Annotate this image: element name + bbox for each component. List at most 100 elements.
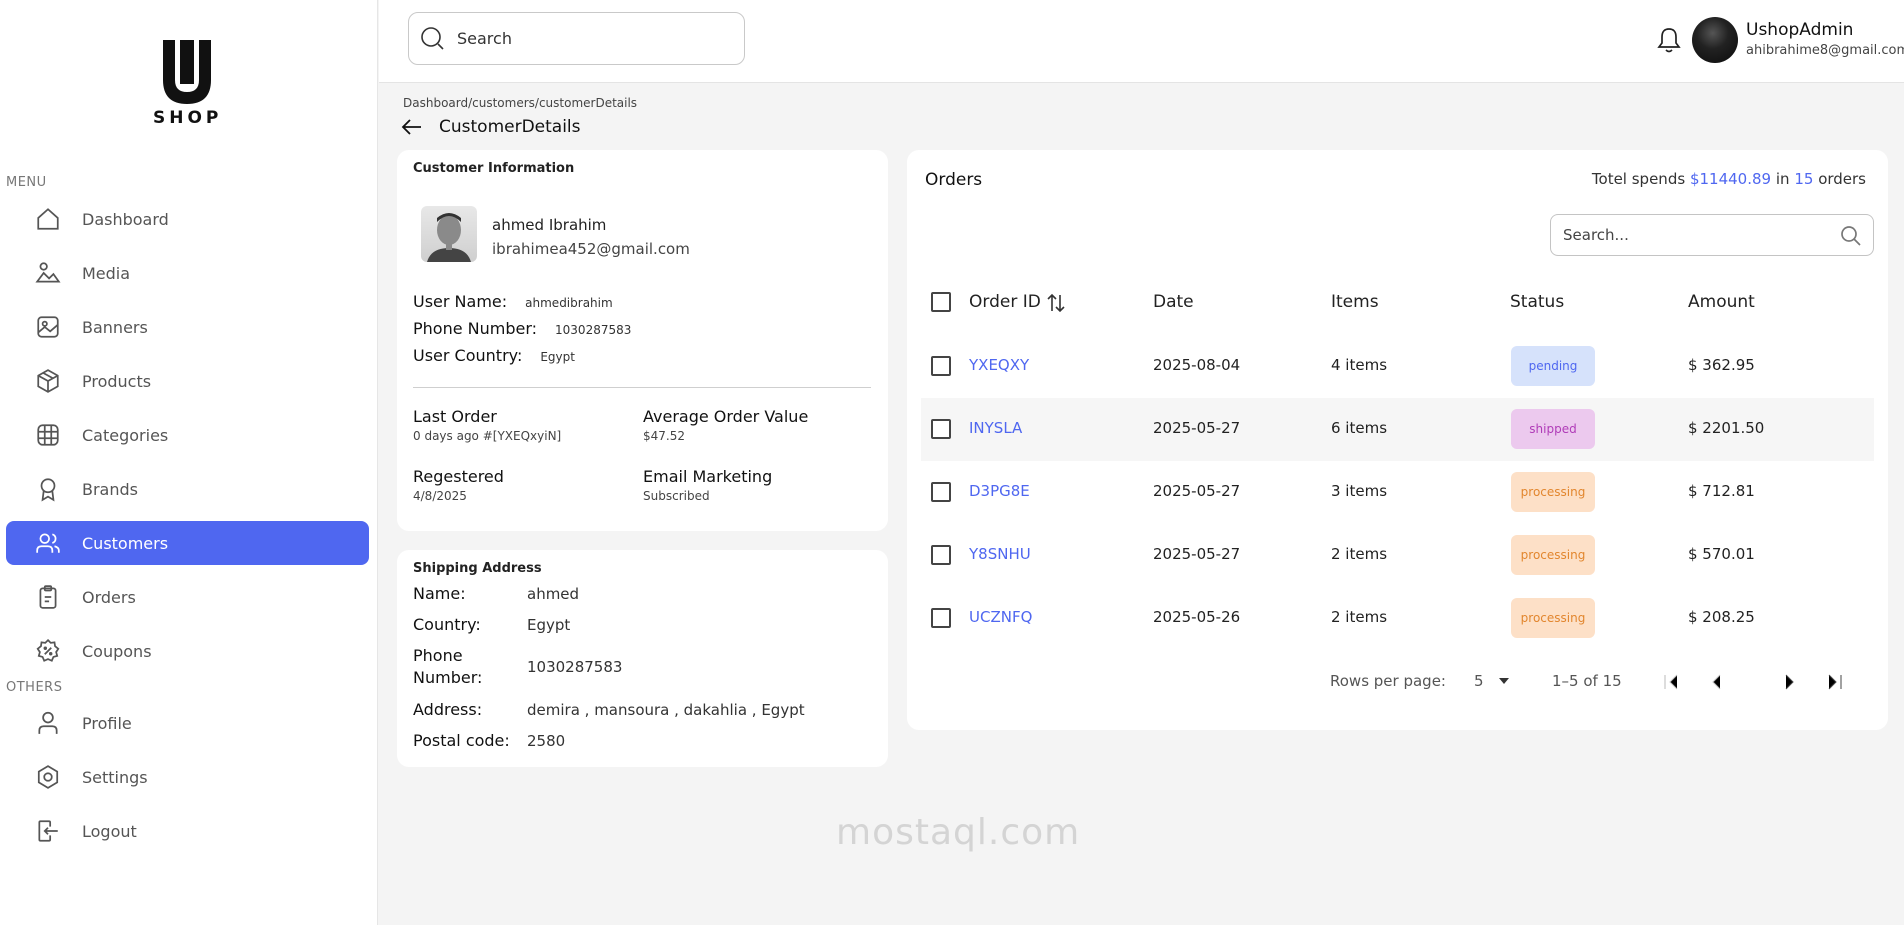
- ship-postal-row: Postal code: 2580: [413, 730, 565, 752]
- total-spends: Totel spends $11440.89 in 15 orders: [1592, 170, 1866, 188]
- registered-label: Regestered: [413, 467, 504, 486]
- rows-per-page-select[interactable]: 5: [1474, 672, 1510, 690]
- order-id-link[interactable]: D3PG8E: [969, 482, 1030, 500]
- username-row: User Name: ahmedibrahim: [413, 292, 613, 311]
- email-marketing-label: Email Marketing: [643, 467, 773, 486]
- others-label: OTHERS: [6, 680, 63, 695]
- col-order-id[interactable]: Order ID: [969, 292, 1041, 312]
- back-arrow-icon[interactable]: [401, 116, 423, 138]
- sidebar-item-label: Media: [82, 263, 131, 283]
- order-id-link[interactable]: INYSLA: [969, 419, 1022, 437]
- admin-avatar[interactable]: [1692, 17, 1738, 63]
- customer-info-title: Customer Information: [413, 161, 575, 176]
- order-items: 3 items: [1331, 482, 1388, 500]
- coupon-icon: [34, 637, 62, 665]
- top-header: UshopAdmin ahibrahime8@gmail.com: [379, 0, 1904, 83]
- sidebar-item-dashboard[interactable]: Dashboard: [6, 197, 369, 241]
- table-row[interactable]: D3PG8E 2025-05-27 3 items processing $ 7…: [921, 461, 1874, 524]
- logout-icon: [34, 817, 62, 845]
- username-label: User Name:: [413, 292, 508, 311]
- sort-icon[interactable]: [1045, 292, 1067, 314]
- ship-postal-value: 2580: [527, 732, 566, 750]
- ship-phone-row: Phone Number: 1030287583: [413, 645, 622, 689]
- table-row[interactable]: INYSLA 2025-05-27 6 items shipped $ 2201…: [921, 398, 1874, 461]
- ship-name-label: Name:: [413, 584, 466, 603]
- sidebar-item-label: Banners: [82, 317, 148, 337]
- shipping-address-card: Shipping Address Name: ahmed Country: Eg…: [397, 550, 888, 767]
- ship-country-value: Egypt: [527, 616, 571, 634]
- phone-value: 1030287583: [555, 323, 632, 337]
- row-checkbox[interactable]: [931, 356, 951, 376]
- rows-per-page-value: 5: [1474, 672, 1484, 690]
- ship-phone-label: Phone Number:: [413, 646, 483, 687]
- clipboard-icon: [34, 583, 62, 611]
- prev-page-icon[interactable]: [1705, 670, 1729, 694]
- search-icon[interactable]: [1839, 224, 1863, 248]
- order-amount: $ 712.81: [1688, 482, 1755, 500]
- sidebar-item-brands[interactable]: Brands: [6, 467, 369, 511]
- table-row[interactable]: UCZNFQ 2025-05-26 2 items processing $ 2…: [921, 587, 1874, 650]
- user-icon: [34, 709, 62, 737]
- menu-label: MENU: [6, 175, 47, 190]
- admin-email: ahibrahime8@gmail.com: [1746, 43, 1904, 58]
- sidebar-item-label: Dashboard: [82, 209, 169, 229]
- spend-amount: $11440.89: [1689, 170, 1772, 188]
- ship-name-row: Name: ahmed: [413, 583, 579, 605]
- order-id-link[interactable]: Y8SNHU: [969, 545, 1031, 563]
- sidebar: SHOP MENU Dashboard Media Banners Produc…: [0, 0, 378, 925]
- order-date: 2025-05-26: [1153, 608, 1241, 626]
- bell-icon[interactable]: [1656, 26, 1682, 54]
- email-marketing-stat: Email Marketing Subscribed: [643, 467, 772, 503]
- order-id-link[interactable]: YXEQXY: [969, 356, 1029, 374]
- sidebar-item-orders[interactable]: Orders: [6, 575, 369, 619]
- table-row[interactable]: YXEQXY 2025-08-04 4 items pending $ 362.…: [921, 335, 1874, 398]
- box-icon: [34, 367, 62, 395]
- sidebar-item-label: Customers: [82, 533, 169, 553]
- select-all-checkbox[interactable]: [931, 292, 951, 312]
- spend-suffix: orders: [1818, 170, 1866, 188]
- breadcrumb[interactable]: Dashboard/customers/customerDetails: [403, 96, 637, 110]
- sidebar-item-label: Brands: [82, 479, 138, 499]
- sidebar-item-customers[interactable]: Customers: [6, 521, 369, 565]
- row-checkbox[interactable]: [931, 482, 951, 502]
- ship-address-row: Address: demira , mansoura , dakahlia , …: [413, 699, 805, 721]
- last-page-icon[interactable]: [1823, 670, 1847, 694]
- ship-address-value: demira , mansoura , dakahlia , Egypt: [527, 701, 805, 719]
- sidebar-item-coupons[interactable]: Coupons: [6, 629, 369, 673]
- row-checkbox[interactable]: [931, 608, 951, 628]
- customer-email: ibrahimea452@gmail.com: [492, 240, 690, 258]
- order-id-link[interactable]: UCZNFQ: [969, 608, 1032, 626]
- orders-title: Orders: [925, 170, 983, 190]
- row-checkbox[interactable]: [931, 545, 951, 565]
- average-order-stat: Average Order Value $47.52: [643, 407, 808, 443]
- table-row[interactable]: Y8SNHU 2025-05-27 2 items processing $ 5…: [921, 524, 1874, 587]
- sidebar-item-products[interactable]: Products: [6, 359, 369, 403]
- sidebar-item-label: Orders: [82, 587, 136, 607]
- brand-logo[interactable]: SHOP: [153, 40, 221, 128]
- ship-postal-label: Postal code:: [413, 731, 510, 750]
- status-badge: shipped: [1511, 409, 1595, 449]
- row-checkbox[interactable]: [931, 419, 951, 439]
- next-page-icon[interactable]: [1777, 670, 1801, 694]
- sidebar-item-media[interactable]: Media: [6, 251, 369, 295]
- first-page-icon[interactable]: [1659, 670, 1683, 694]
- sidebar-item-categories[interactable]: Categories: [6, 413, 369, 457]
- sidebar-item-label: Categories: [82, 425, 169, 445]
- global-search[interactable]: [408, 12, 745, 65]
- order-amount: $ 362.95: [1688, 356, 1755, 374]
- media-icon: [34, 259, 62, 287]
- page-title: CustomerDetails: [439, 117, 581, 137]
- sidebar-item-settings[interactable]: Settings: [6, 755, 369, 799]
- ship-phone-value: 1030287583: [527, 658, 623, 676]
- customer-avatar: [421, 206, 477, 262]
- email-marketing-value: Subscribed: [643, 489, 710, 503]
- order-date: 2025-08-04: [1153, 356, 1241, 374]
- sidebar-item-logout[interactable]: Logout: [6, 809, 369, 853]
- sidebar-item-banners[interactable]: Banners: [6, 305, 369, 349]
- phone-label: Phone Number:: [413, 319, 538, 338]
- orders-search[interactable]: [1550, 214, 1874, 256]
- users-icon: [34, 529, 62, 557]
- orders-search-input[interactable]: [1563, 226, 1823, 244]
- sidebar-item-profile[interactable]: Profile: [6, 701, 369, 745]
- search-input[interactable]: [457, 29, 717, 48]
